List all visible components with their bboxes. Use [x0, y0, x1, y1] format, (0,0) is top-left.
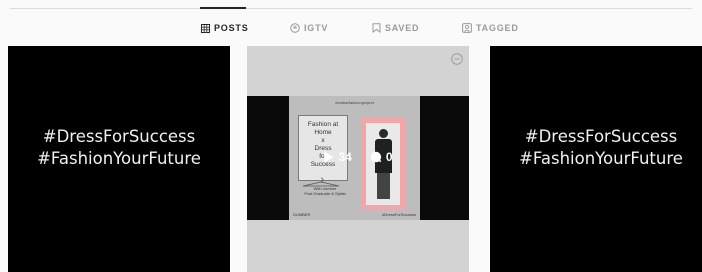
play-icon	[323, 151, 334, 163]
post-hashtag-line: #DressForSuccess	[42, 127, 196, 146]
comment-icon	[370, 151, 382, 163]
tab-tagged-label: TAGGED	[476, 23, 519, 33]
photo-backdrop	[366, 123, 400, 205]
post-tile-3[interactable]: #DressForSuccess #FashionYourFuture	[490, 46, 702, 272]
comments-count: 0	[385, 150, 393, 164]
post-hashtag-line: #FashionYourFuture	[37, 149, 201, 168]
active-tab-indicator	[200, 7, 246, 9]
tab-posts[interactable]: POSTS	[201, 20, 249, 36]
card-line: Fashion at	[307, 121, 339, 128]
tagged-icon	[462, 23, 472, 33]
fashion-card: Fashion at Home x Dress for Success	[298, 115, 348, 181]
tab-igtv[interactable]: IGTV	[290, 20, 328, 36]
comments-stat: 0	[370, 150, 393, 164]
tab-posts-label: POSTS	[214, 23, 249, 33]
person-legs	[377, 173, 390, 199]
thumbnail-footer-tag: #DressForSuccess	[382, 212, 416, 217]
person-photo	[361, 118, 405, 210]
post-tile-1[interactable]: #DressForSuccess #FashionYourFuture	[8, 46, 230, 272]
post-hashtag-text: #DressForSuccess #FashionYourFuture	[490, 126, 702, 170]
igtv-icon	[290, 23, 300, 33]
tab-tagged[interactable]: TAGGED	[462, 20, 519, 36]
post-hashtag-line: #DressForSuccess	[524, 127, 678, 146]
post-tile-2[interactable]: dumbarfashionproject Fashion at Home x D…	[247, 46, 469, 272]
video-indicator-icon	[451, 52, 463, 70]
thumbnail-footer-logo: DUMBER	[293, 212, 311, 217]
views-count: 34	[338, 150, 352, 164]
tab-saved-label: SAVED	[385, 23, 420, 33]
tab-igtv-label: IGTV	[304, 23, 329, 33]
tabs-divider	[10, 8, 692, 9]
tab-saved[interactable]: SAVED	[372, 20, 419, 36]
card-caption: With number Post Graduate & Stylist	[304, 186, 346, 196]
post-hashtag-line: #FashionYourFuture	[519, 149, 683, 168]
bookmark-icon	[372, 23, 381, 33]
thumbnail-handle: dumbarfashionproject	[335, 100, 374, 105]
post-stats-overlay: 34 0	[247, 150, 469, 164]
post-hashtag-text: #DressForSuccess #FashionYourFuture	[8, 126, 230, 170]
grid-icon	[201, 23, 210, 33]
card-line: Home	[314, 129, 332, 136]
person-head	[379, 129, 388, 138]
views-stat: 34	[323, 150, 352, 164]
thumbnail-footer: DUMBER #DressForSuccess	[289, 212, 420, 217]
card-line: x	[321, 137, 325, 144]
